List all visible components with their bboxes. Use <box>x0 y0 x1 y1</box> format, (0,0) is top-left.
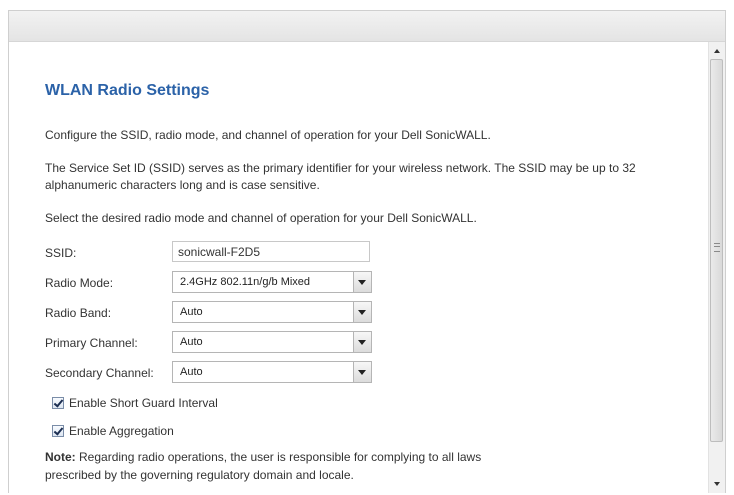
scroll-down-icon[interactable] <box>709 477 725 491</box>
wizard-panel: WLAN Radio Settings Configure the SSID, … <box>8 10 726 493</box>
primary-channel-label: Primary Channel: <box>45 336 138 350</box>
note-text: Regarding radio operations, the user is … <box>45 450 482 482</box>
chevron-down-icon[interactable] <box>353 272 371 292</box>
chevron-down-icon[interactable] <box>353 362 371 382</box>
radio-mode-select[interactable]: 2.4GHz 802.11n/g/b Mixed <box>172 271 372 293</box>
short-guard-label: Enable Short Guard Interval <box>69 396 218 410</box>
panel-content: WLAN Radio Settings Configure the SSID, … <box>9 42 708 493</box>
secondary-channel-label: Secondary Channel: <box>45 366 154 380</box>
secondary-channel-value: Auto <box>180 366 203 378</box>
radio-band-select[interactable]: Auto <box>172 301 372 323</box>
primary-channel-select[interactable]: Auto <box>172 331 372 353</box>
page-title: WLAN Radio Settings <box>45 82 210 99</box>
scroll-up-icon[interactable] <box>709 44 725 58</box>
radio-band-value: Auto <box>180 306 203 318</box>
ssid-label: SSID: <box>45 246 77 260</box>
primary-channel-value: Auto <box>180 336 203 348</box>
grip-icon <box>714 243 720 252</box>
select-instruction: Select the desired radio mode and channe… <box>45 211 477 225</box>
radio-mode-label: Radio Mode: <box>45 276 114 290</box>
ssid-description: The Service Set ID (SSID) serves as the … <box>45 161 636 192</box>
short-guard-checkbox[interactable] <box>52 397 64 409</box>
secondary-channel-select[interactable]: Auto <box>172 361 372 383</box>
scrollbar-thumb[interactable] <box>710 59 723 442</box>
note-prefix: Note: <box>45 450 76 464</box>
radio-band-label: Radio Band: <box>45 306 112 320</box>
panel-header <box>9 11 725 42</box>
regulatory-note: Note: Regarding radio operations, the us… <box>45 448 525 484</box>
aggregation-label: Enable Aggregation <box>69 424 174 438</box>
ssid-input[interactable] <box>172 241 370 262</box>
aggregation-checkbox[interactable] <box>52 425 64 437</box>
intro-text: Configure the SSID, radio mode, and chan… <box>45 128 491 142</box>
vertical-scrollbar[interactable] <box>708 42 725 493</box>
chevron-down-icon[interactable] <box>353 302 371 322</box>
chevron-down-icon[interactable] <box>353 332 371 352</box>
radio-mode-value: 2.4GHz 802.11n/g/b Mixed <box>180 276 311 288</box>
